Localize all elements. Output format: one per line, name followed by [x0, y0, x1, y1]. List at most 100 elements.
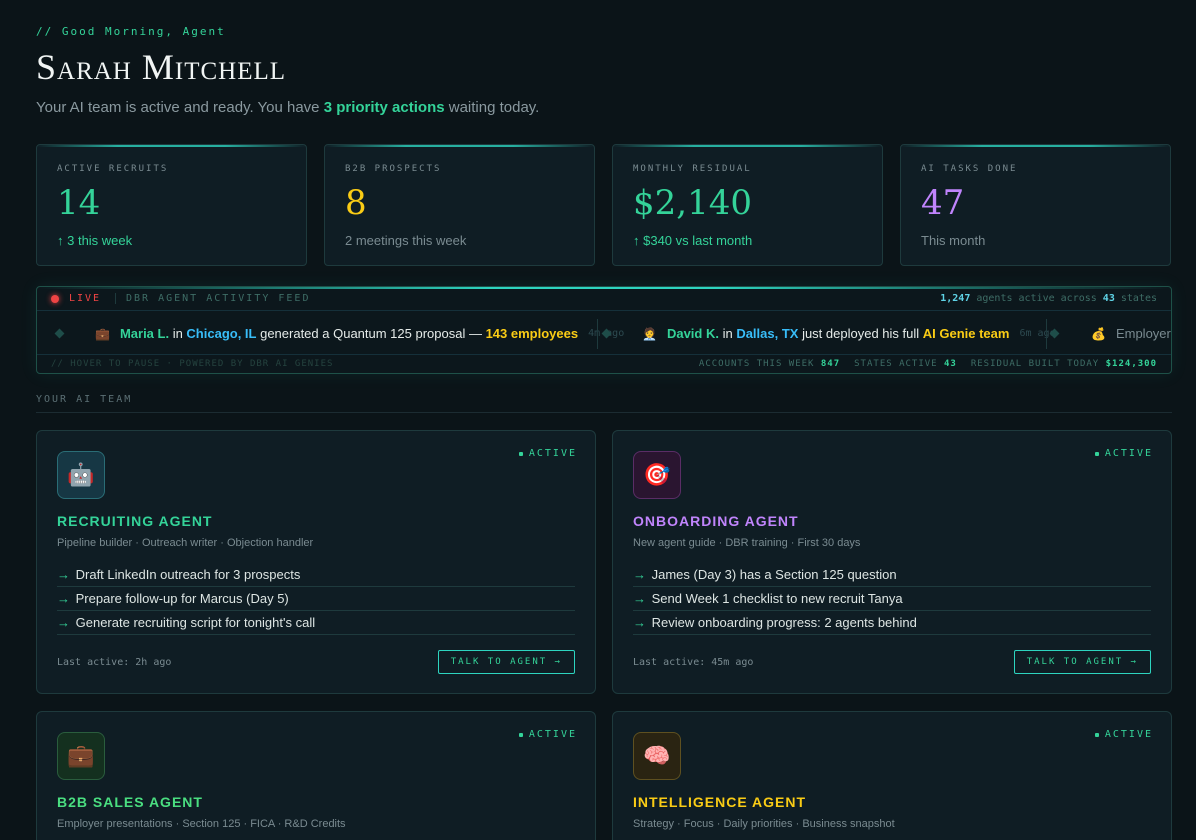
status-label: ACTIVE — [1104, 448, 1153, 459]
task-item[interactable]: → Draft LinkedIn outreach for 3 prospect… — [57, 563, 575, 587]
task-item[interactable]: → Generate recruiting script for tonight… — [57, 611, 575, 635]
person-icon: 🧑‍💼 — [642, 326, 657, 341]
briefcase-icon: 💼 — [57, 732, 105, 780]
agent-card-recruiting[interactable]: ACTIVE 🤖 RECRUITING AGENT Pipeline build… — [36, 430, 596, 694]
feed-location: Chicago, IL — [186, 326, 257, 341]
feed-highlight: 143 employees — [485, 326, 579, 341]
arrow-right-icon: → — [633, 591, 646, 606]
stat-sub: 2 meetings this week — [345, 233, 467, 248]
talk-to-agent-button[interactable]: TALK TO AGENT → — [1013, 650, 1151, 674]
talk-to-agent-button[interactable]: TALK TO AGENT → — [437, 650, 575, 674]
feed-divider — [1046, 319, 1047, 349]
task-text: Draft LinkedIn outreach for 3 prospects — [75, 567, 301, 582]
feed-header: LIVE DBR AGENT ACTIVITY FEED 1,247 agent… — [37, 287, 1171, 311]
last-active: Last active: 45m ago — [633, 657, 754, 668]
accounts-value: 847 — [820, 359, 841, 369]
live-indicator-icon — [51, 295, 59, 303]
agent-description: New agent guide · DBR training · First 3… — [633, 537, 861, 549]
task-item[interactable]: → Send Week 1 checklist to new recruit T… — [633, 587, 1151, 611]
task-text: Prepare follow-up for Marcus (Day 5) — [75, 591, 289, 606]
feed-item[interactable]: 🧑‍💼 David K. in Dallas, TX just deployed… — [642, 311, 1056, 356]
status-label: ACTIVE — [528, 448, 577, 459]
subtitle-suffix: waiting today. — [444, 99, 540, 116]
status-label: ACTIVE — [1104, 729, 1153, 740]
diamond-icon — [54, 328, 65, 339]
stat-label: AI TASKS DONE — [921, 164, 1018, 174]
feed-ticker[interactable]: 💼 Maria L. in Chicago, IL generated a Qu… — [37, 311, 1171, 356]
agent-title: INTELLIGENCE AGENT — [633, 794, 807, 810]
states-count: 43 — [1102, 293, 1115, 304]
section-title: YOUR AI TEAM — [36, 394, 133, 405]
status-dot-icon — [518, 732, 523, 737]
arrow-right-icon: → — [57, 615, 70, 630]
status-dot-icon — [518, 451, 523, 456]
agent-description: Strategy · Focus · Daily priorities · Bu… — [633, 818, 895, 830]
last-active: Last active: 2h ago — [57, 657, 172, 668]
task-item[interactable]: → Prepare follow-up for Marcus (Day 5) — [57, 587, 575, 611]
agent-description: Employer presentations · Section 125 · F… — [57, 818, 346, 830]
stat-value: 14 — [57, 183, 101, 223]
feed-text: generated a Quantum 125 proposal — — [256, 326, 486, 341]
task-item[interactable]: → Review onboarding progress: 2 agents b… — [633, 611, 1151, 635]
live-label: LIVE — [69, 293, 102, 304]
stat-value: $2,140 — [633, 183, 752, 223]
status-badge: ACTIVE — [1094, 729, 1153, 740]
money-bag-icon: 💰 — [1091, 326, 1106, 341]
section-divider — [36, 412, 1172, 413]
agent-title: RECRUITING AGENT — [57, 513, 213, 529]
feed-text: just deployed his full — [798, 326, 923, 341]
task-text: Generate recruiting script for tonight's… — [75, 615, 316, 630]
status-dot-icon — [1094, 451, 1099, 456]
status-badge: ACTIVE — [518, 448, 577, 459]
stat-card-monthly-residual: MONTHLY RESIDUAL $2,140 ↑ $340 vs last m… — [612, 144, 883, 266]
arrow-right-icon: → — [633, 567, 646, 582]
task-item[interactable]: → James (Day 3) has a Section 125 questi… — [633, 563, 1151, 587]
feed-agent-name: David K. — [666, 326, 719, 341]
status-label: ACTIVE — [528, 729, 577, 740]
feed-item[interactable]: 💼 Maria L. in Chicago, IL generated a Qu… — [95, 311, 624, 356]
agent-title: B2B SALES AGENT — [57, 794, 203, 810]
states-text: states — [1114, 293, 1157, 304]
feed-text: in — [718, 326, 737, 341]
feed-location: Dallas, TX — [736, 326, 799, 341]
feed-highlight: AI Genie team — [922, 326, 1010, 341]
task-list: → James (Day 3) has a Section 125 questi… — [633, 563, 1151, 635]
stat-label: B2B PROSPECTS — [345, 164, 442, 174]
agents-active-summary: 1,247 agents active across 43 states — [940, 293, 1157, 304]
status-badge: ACTIVE — [1094, 448, 1153, 459]
stat-label: MONTHLY RESIDUAL — [633, 164, 752, 174]
stat-card-ai-tasks: AI TASKS DONE 47 This month — [900, 144, 1171, 266]
agent-title: ONBOARDING AGENT — [633, 513, 799, 529]
task-text: Review onboarding progress: 2 agents beh… — [651, 615, 917, 630]
priority-actions-link[interactable]: 3 priority actions — [324, 99, 445, 116]
arrow-right-icon: → — [633, 615, 646, 630]
task-text: James (Day 3) has a Section 125 question — [651, 567, 897, 582]
stat-label: ACTIVE RECRUITS — [57, 164, 169, 174]
residual-value: $124,300 — [1105, 359, 1157, 369]
subtitle-prefix: Your AI team is active and ready. You ha… — [36, 99, 324, 116]
feed-item[interactable]: 💰 Employer — [1091, 311, 1171, 356]
status-badge: ACTIVE — [518, 729, 577, 740]
residual-label: RESIDUAL BUILT TODAY — [970, 359, 1106, 369]
stat-value: 47 — [921, 183, 965, 223]
greeting: // Good Morning, Agent — [36, 25, 226, 38]
agent-card-onboarding[interactable]: ACTIVE 🎯 ONBOARDING AGENT New agent guid… — [612, 430, 1172, 694]
arrow-right-icon: → — [57, 591, 70, 606]
agent-card-intelligence[interactable]: ACTIVE 🧠 INTELLIGENCE AGENT Strategy · F… — [612, 711, 1172, 840]
agent-description: Pipeline builder · Outreach writer · Obj… — [57, 537, 314, 549]
stat-sub: This month — [921, 233, 986, 248]
stat-value: 8 — [345, 183, 367, 223]
feed-text: in — [169, 326, 187, 341]
feed-footer-stats: ACCOUNTS THIS WEEK 847 STATES ACTIVE 43 RE… — [699, 359, 1157, 369]
agents-active-text: agents active across — [970, 293, 1103, 304]
stat-sub: ↑ 3 this week — [57, 233, 133, 248]
briefcase-icon: 💼 — [95, 326, 110, 341]
stat-sub: ↑ $340 vs last month — [633, 233, 753, 248]
activity-feed[interactable]: LIVE DBR AGENT ACTIVITY FEED 1,247 agent… — [36, 286, 1172, 374]
task-text: Send Week 1 checklist to new recruit Tan… — [651, 591, 903, 606]
states-active-value: 43 — [944, 359, 957, 369]
agent-card-b2b-sales[interactable]: ACTIVE 💼 B2B SALES AGENT Employer presen… — [36, 711, 596, 840]
target-icon: 🎯 — [633, 451, 681, 499]
status-dot-icon — [1094, 732, 1099, 737]
feed-text: Employer — [1115, 326, 1171, 341]
